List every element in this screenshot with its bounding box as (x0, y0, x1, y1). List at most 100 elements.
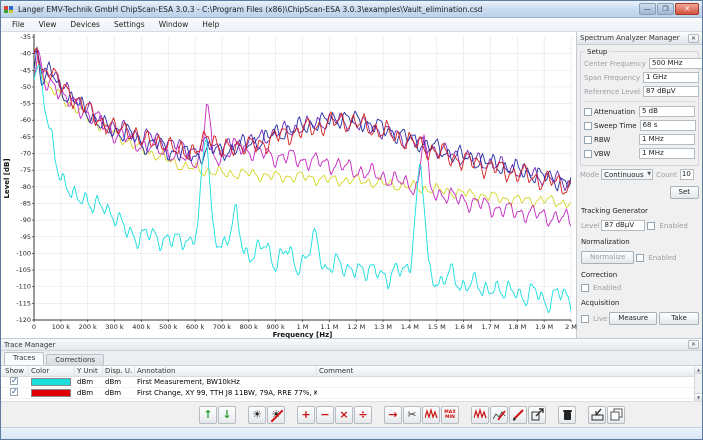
max-min-icon: MAXMIN (444, 410, 455, 420)
menu-item-file[interactable]: File (5, 19, 32, 30)
svg-text:2 M: 2 M (565, 323, 577, 331)
edit-trace-icon (493, 408, 506, 421)
divide-traces-icon: ÷ (358, 409, 367, 420)
sa-panel-close-icon[interactable]: ✕ (688, 34, 699, 43)
column-header-comment[interactable]: Comment (317, 366, 702, 376)
chart-grid (34, 37, 571, 320)
table-row[interactable]: dBmdBmFirst Measurement, BW10kHz (1, 377, 702, 388)
close-button[interactable]: ✕ (675, 3, 699, 15)
tab-corrections[interactable]: Corrections (46, 354, 104, 365)
trace-manager-close-icon[interactable]: ✕ (688, 340, 699, 349)
attenuation-checkbox[interactable] (584, 108, 592, 116)
table-row[interactable]: dBmdBmFirst Change, XY 99, TTH J8 11BW, … (1, 388, 702, 399)
show-checkbox[interactable] (10, 388, 18, 396)
menu-item-view[interactable]: View (32, 19, 64, 30)
import-trace-button[interactable] (588, 406, 606, 424)
show-checkbox[interactable] (10, 377, 18, 385)
svg-text:-110: -110 (16, 283, 31, 291)
highlight-off-button[interactable]: ☀ (267, 406, 285, 424)
normalization-label: Normalization (581, 238, 699, 246)
vbw-checkbox[interactable] (584, 150, 592, 158)
rbw-checkbox[interactable] (584, 136, 592, 144)
trace-toolbar: ↑↓ ☀☀ +−× ÷ → ✂ MAXMIN (1, 401, 702, 427)
peak-detect-icon (425, 408, 438, 421)
menu-item-help[interactable]: Help (195, 19, 226, 30)
peak-detect-button[interactable] (422, 406, 440, 424)
scroll-down-icon[interactable]: ▼ (695, 393, 702, 401)
take-button[interactable]: Take (659, 312, 699, 325)
maximize-button[interactable]: ❐ (657, 3, 674, 15)
svg-text:700 k: 700 k (213, 323, 231, 331)
scroll-up-icon[interactable]: ▲ (695, 366, 702, 374)
menu-item-devices[interactable]: Devices (63, 19, 107, 30)
multiply-traces-button[interactable]: × (335, 406, 353, 424)
column-header-annotation[interactable]: Annotation (135, 366, 317, 376)
set-button[interactable]: Set (670, 186, 700, 199)
draw-trace-button[interactable] (509, 406, 527, 424)
envelope-button[interactable] (471, 406, 489, 424)
field-input-0[interactable]: 500 MHz (649, 58, 703, 69)
edit-trace-button[interactable] (490, 406, 508, 424)
shift-trace-icon: → (388, 409, 397, 420)
divide-traces-button[interactable]: ÷ (354, 406, 372, 424)
sa-panel-header[interactable]: Spectrum Analyzer Manager ✕ (577, 32, 702, 45)
duplicate-trace-button[interactable] (607, 406, 625, 424)
mode-select[interactable]: Continuous ▼ (601, 169, 653, 180)
disp-unit-value: dBm (103, 378, 135, 386)
table-scrollbar[interactable]: ▲ ▼ (694, 366, 702, 401)
menu-item-window[interactable]: Window (152, 19, 196, 30)
tab-traces[interactable]: Traces (4, 352, 44, 365)
highlight-on-button[interactable]: ☀ (248, 406, 266, 424)
column-header-color[interactable]: Color (29, 366, 75, 376)
svg-text:1.6 M: 1.6 M (455, 323, 473, 331)
column-header-show[interactable]: Show (1, 366, 29, 376)
field-label-1: Span Frequency (584, 74, 643, 82)
svg-text:0: 0 (32, 323, 36, 331)
menu-item-settings[interactable]: Settings (107, 19, 152, 30)
title-bar[interactable]: Langer EMV-Technik GmbH ChipScan-ESA 3.0… (1, 1, 702, 18)
live-checkbox[interactable] (581, 315, 589, 323)
envelope-icon (474, 408, 487, 421)
shift-trace-button[interactable]: → (384, 406, 402, 424)
field-input-1[interactable]: 1 GHz (643, 72, 699, 83)
minimize-button[interactable]: — (639, 3, 656, 15)
svg-text:-115: -115 (16, 299, 31, 307)
trace-color-swatch[interactable] (31, 389, 71, 397)
svg-text:800 k: 800 k (240, 323, 258, 331)
normalization-enabled-checkbox[interactable] (636, 254, 644, 262)
max-min-button[interactable]: MAXMIN (441, 406, 459, 424)
column-header-disp-u-[interactable]: Disp. U. (103, 366, 135, 376)
tg-level-input[interactable]: 87 dBµV (601, 220, 645, 231)
y-unit-value: dBm (75, 389, 103, 397)
rbw-input[interactable]: 1 MHz (639, 134, 695, 145)
delete-trace-button[interactable] (558, 406, 576, 424)
trace-color-swatch[interactable] (31, 378, 71, 386)
svg-text:-45: -45 (20, 66, 31, 74)
svg-text:-80: -80 (20, 183, 31, 191)
field-input-2[interactable]: 87 dBµV (643, 86, 699, 97)
measure-button[interactable]: Measure (609, 312, 657, 325)
sweep-time-input[interactable]: 68 s (640, 120, 696, 131)
subtract-traces-button[interactable]: − (316, 406, 334, 424)
count-input[interactable]: 10 (680, 169, 694, 180)
mode-value: Continuous (604, 171, 644, 179)
cut-trace-button[interactable]: ✂ (403, 406, 421, 424)
field-label-2: Reference Level (584, 88, 643, 96)
sweep-time-checkbox[interactable] (584, 122, 592, 130)
move-trace-up-button[interactable]: ↑ (199, 406, 217, 424)
trace-manager-header[interactable]: Trace Manager ✕ (1, 339, 702, 351)
correction-enabled-checkbox[interactable] (581, 284, 589, 292)
column-header-y-unit[interactable]: Y Unit (75, 366, 103, 376)
export-trace-button[interactable] (528, 406, 546, 424)
add-traces-icon: + (301, 409, 310, 420)
vbw-input[interactable]: 1 MHz (639, 148, 695, 159)
normalization-enabled-label: Enabled (648, 254, 676, 262)
attenuation-input[interactable]: 5 dB (639, 106, 695, 117)
add-traces-button[interactable]: + (297, 406, 315, 424)
normalize-button[interactable]: Normalize (581, 251, 634, 264)
move-trace-down-button[interactable]: ↓ (218, 406, 236, 424)
svg-text:1.8 M: 1.8 M (508, 323, 526, 331)
tg-enabled-checkbox[interactable] (647, 222, 655, 230)
count-label: Count (656, 171, 679, 179)
svg-text:400 k: 400 k (132, 323, 150, 331)
